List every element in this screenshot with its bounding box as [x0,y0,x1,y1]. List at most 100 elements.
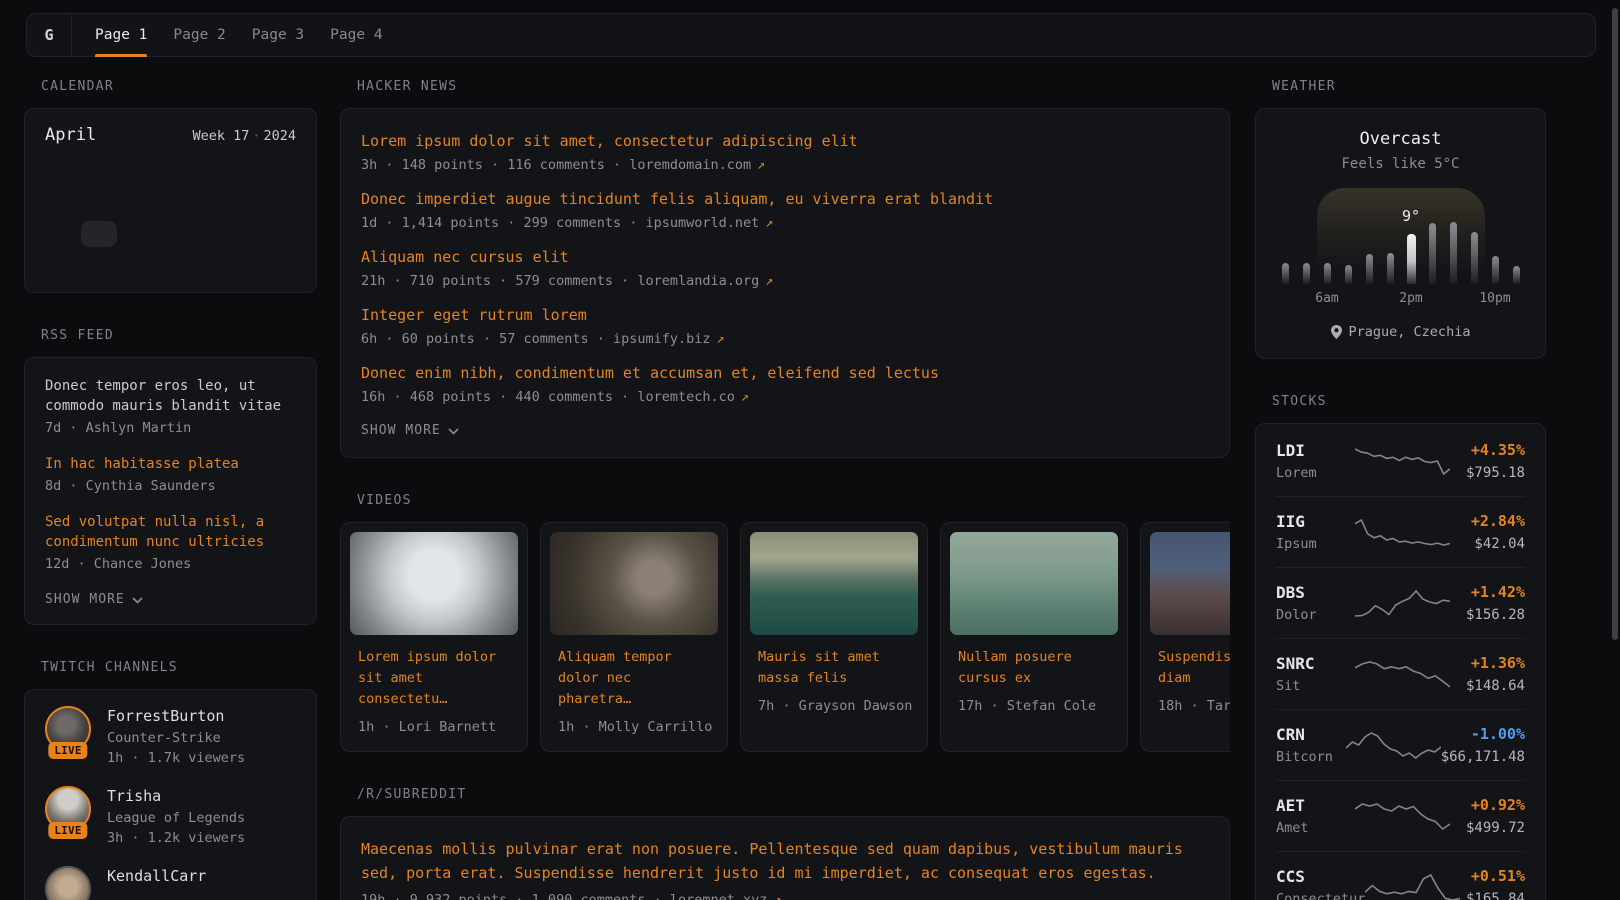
weather-hourly-chart: 9° [1275,188,1527,284]
external-link-icon[interactable]: ↗ [741,389,749,405]
video-card[interactable]: Mauris sit amet massa felis 7h · Grayson… [740,522,928,752]
video-card[interactable]: Suspendisse diam 18h · Tara [1140,522,1230,752]
hackernews-item-title[interactable]: Donec imperdiet augue tincidunt felis al… [361,189,1209,210]
video-thumbnail [1150,532,1230,635]
weather-section: WEATHER Overcast Feels like 5°C 9° 6am2p… [1255,78,1546,359]
stock-change: +2.84% [1450,511,1525,532]
stock-row[interactable]: AET Amet +0.92% $499.72 [1276,780,1525,851]
subreddit-post-title[interactable]: Maecenas mollis pulvinar erat non posuer… [361,837,1209,885]
page-tab-label: Page 2 [173,27,225,43]
stock-change: +1.42% [1450,582,1525,603]
rss-item-title[interactable]: Sed volutpat nulla nisl, a condimentum n… [45,512,296,552]
weather-bar [1407,234,1416,284]
stock-sparkline [1355,446,1450,476]
rss-section-label: RSS FEED [41,327,317,345]
scrollbar-thumb[interactable] [1612,8,1618,640]
stock-row[interactable]: CRN Bitcorn -1.00% $66,171.48 [1276,709,1525,780]
twitch-channel-viewers: 3h · 1.2k viewers [107,828,245,848]
video-byline: 1h · Molly Carrillo [558,718,710,737]
stock-ticker: CCS [1276,866,1365,887]
stock-name: Sit [1276,677,1355,695]
calendar-day [260,190,296,216]
rss-list: Donec tempor eros leo, ut commodo mauris… [45,376,296,574]
weather-bar [1387,253,1394,284]
tab-page-3[interactable]: Page 3 [239,14,317,56]
weather-bar-slot [1401,216,1422,284]
stock-id: CCS Consectetur [1276,866,1365,900]
subreddit-post: Maecenas mollis pulvinar erat non posuer… [361,837,1209,900]
rss-item: Sed volutpat nulla nisl, a condimentum n… [45,512,296,574]
stock-row[interactable]: CCS Consectetur +0.51% $165.84 [1276,851,1525,900]
hackernews-item-meta-text: 6h · 60 points · 57 comments · ipsumify.… [361,331,711,347]
calendar-day [260,252,296,278]
hackernews-item-meta: 16h · 468 points · 440 comments · loremt… [361,388,1209,406]
twitch-channel[interactable]: KendallCarr [45,866,296,900]
calendar-grid [45,159,296,278]
stock-row[interactable]: DBS Dolor +1.42% $156.28 [1276,567,1525,638]
video-card[interactable]: Lorem ipsum dolor sit amet consectetu… 1… [340,522,528,752]
external-link-icon[interactable]: ↗ [765,273,773,289]
stock-price: $499.72 [1450,819,1525,837]
video-thumbnail [750,532,918,635]
hackernews-item-meta-text: 3h · 148 points · 116 comments · loremdo… [361,157,751,173]
rss-item-title[interactable]: Donec tempor eros leo, ut commodo mauris… [45,376,296,416]
calendar-year: 2024 [263,128,296,144]
subreddit-post-list: Maecenas mollis pulvinar erat non posuer… [361,837,1209,900]
video-thumbnail [550,532,718,635]
video-card[interactable]: Nullam posuere cursus ex 17h · Stefan Co… [940,522,1128,752]
weather-time-labels: 6am2pm10pm [1275,291,1527,309]
video-title: Aliquam tempor dolor nec pharetra… [558,647,710,710]
page-scrollbar[interactable] [1610,0,1620,900]
rss-item-title[interactable]: In hac habitasse platea [45,454,296,474]
stock-ticker: CRN [1276,724,1346,745]
weather-time-label: 6am [1315,291,1338,306]
subreddit-post-meta: 19h · 9,932 points · 1,090 comments · lo… [361,892,1209,900]
left-column: CALENDAR April Week 17·2024 RSS FEED Don… [24,78,317,900]
rss-show-more-button[interactable]: SHOW MORE [45,590,296,610]
external-link-icon[interactable]: ↗ [773,892,781,900]
stock-row[interactable]: LDI Lorem +4.35% $795.18 [1276,426,1525,496]
calendar-day [224,190,260,216]
twitch-channel[interactable]: LIVE Trisha League of Legends 3h · 1.2k … [45,786,296,848]
tab-page-4[interactable]: Page 4 [317,14,395,56]
hackernews-show-more-button[interactable]: SHOW MORE [361,421,1209,441]
calendar-day [188,190,224,216]
twitch-channel-name: ForrestBurton [107,706,245,727]
hackernews-item-meta-text: 1d · 1,414 points · 299 comments · ipsum… [361,215,759,231]
twitch-channel-category: League of Legends [107,808,245,828]
external-link-icon[interactable]: ↗ [717,331,725,347]
subreddit-section: /R/SUBREDDIT Maecenas mollis pulvinar er… [340,786,1230,900]
stock-name: Ipsum [1276,535,1355,553]
twitch-channel-category: Counter-Strike [107,728,245,748]
calendar-day [153,221,189,247]
page-tab-label: Page 3 [252,27,304,43]
tab-page-2[interactable]: Page 2 [160,14,238,56]
stock-price: $165.84 [1460,890,1525,900]
rss-item: In hac habitasse platea 8d · Cynthia Sau… [45,454,296,496]
stock-row[interactable]: SNRC Sit +1.36% $148.64 [1276,638,1525,709]
calendar-section-label: CALENDAR [41,78,317,96]
weather-section-label: WEATHER [1272,78,1546,96]
tab-page-1[interactable]: Page 1 [82,14,160,56]
stock-values: +1.42% $156.28 [1450,582,1525,624]
hackernews-item-title[interactable]: Lorem ipsum dolor sit amet, consectetur … [361,131,1209,152]
stock-name: Lorem [1276,464,1355,482]
stock-row[interactable]: IIG Ipsum +2.84% $42.04 [1276,496,1525,567]
video-card[interactable]: Aliquam tempor dolor nec pharetra… 1h · … [540,522,728,752]
hackernews-item-title[interactable]: Integer eget rutrum lorem [361,305,1209,326]
calendar-day [117,221,153,247]
weather-bar-slot [1485,216,1506,284]
external-link-icon[interactable]: ↗ [765,215,773,231]
twitch-channel[interactable]: LIVE ForrestBurton Counter-Strike 1h · 1… [45,706,296,768]
app-logo[interactable]: G [27,14,72,56]
stock-name: Bitcorn [1276,748,1346,766]
twitch-avatar-wrap [45,866,91,900]
stocks-section-label: STOCKS [1272,393,1546,411]
stock-values: +0.92% $499.72 [1450,795,1525,837]
hackernews-item-title[interactable]: Donec enim nibh, condimentum et accumsan… [361,363,1209,384]
stock-values: +2.84% $42.04 [1450,511,1525,553]
external-link-icon[interactable]: ↗ [757,157,765,173]
hackernews-item-title[interactable]: Aliquam nec cursus elit [361,247,1209,268]
hackernews-section: HACKER NEWS Lorem ipsum dolor sit amet, … [340,78,1230,458]
twitch-channel-info: KendallCarr [107,866,206,900]
